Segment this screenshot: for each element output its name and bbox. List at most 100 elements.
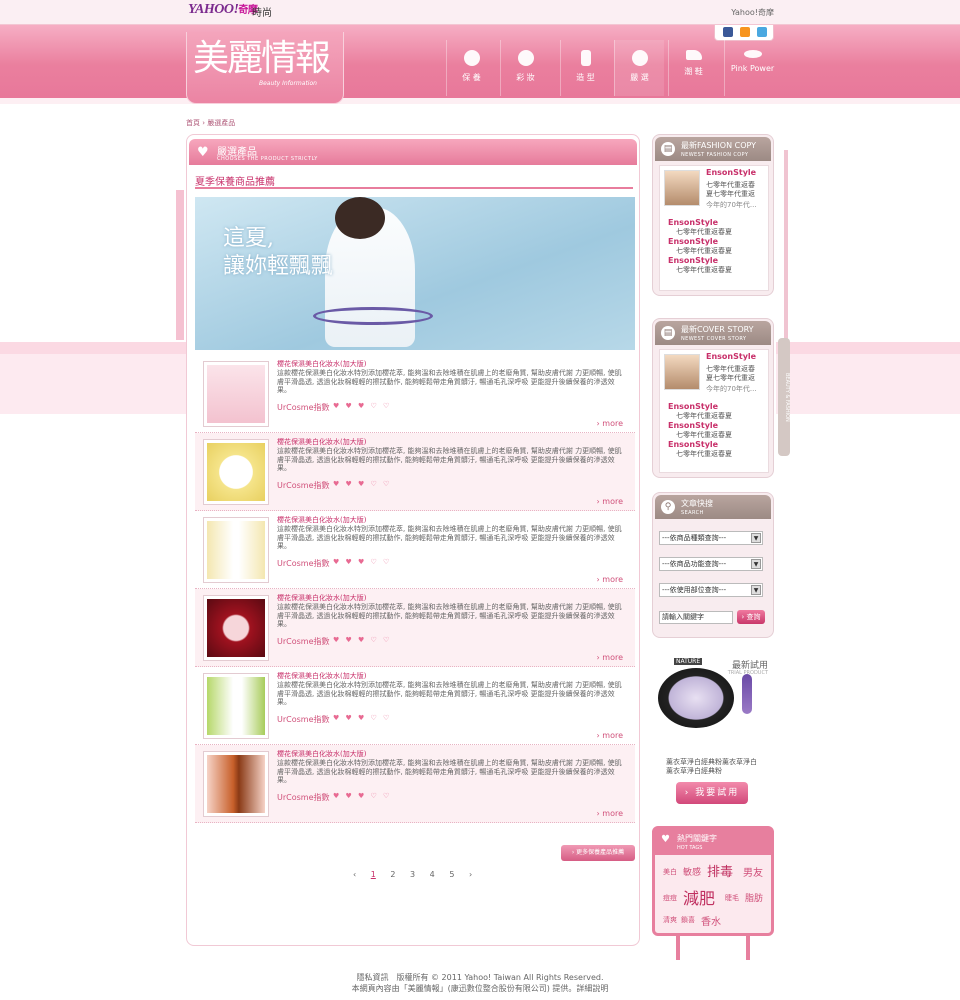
- category-select[interactable]: ---依商品種類查詢--- ▼: [659, 531, 763, 545]
- rating-label: UrCosme指數: [277, 715, 330, 724]
- yahoo-home-link[interactable]: Yahoo!奇摩: [731, 7, 774, 18]
- product-title[interactable]: 櫻花保濕美白化妝水(加大版): [277, 593, 366, 603]
- nav-selected[interactable]: 嚴 選: [614, 40, 664, 96]
- tag-link[interactable]: 排毒: [707, 861, 733, 880]
- list-item[interactable]: EnsonStyle: [668, 256, 774, 265]
- tag-link[interactable]: 睫毛: [725, 893, 739, 903]
- nav-makeup[interactable]: 彩 妝: [500, 40, 550, 96]
- nav-shoes[interactable]: 潮 鞋: [668, 40, 718, 96]
- trial-product-image[interactable]: [658, 668, 734, 728]
- product-item: 櫻花保濕美白化妝水(加大版) 這款櫻花保濕美白化妝水特別添加櫻花萃, 能夠溫和去…: [195, 745, 635, 823]
- more-link[interactable]: › more: [597, 653, 623, 662]
- more-link[interactable]: › more: [597, 419, 623, 428]
- breadcrumb[interactable]: 首頁 › 嚴選產品: [186, 118, 235, 128]
- lavender-deco: [742, 674, 752, 714]
- side-vertical-tab: BEAUTY & FASHION: [778, 338, 790, 456]
- product-brand: NATURE: [674, 658, 703, 665]
- product-item: 櫻花保濕美白化妝水(加大版) 這款櫻花保濕美白化妝水特別添加櫻花萃, 能夠溫和去…: [195, 667, 635, 745]
- more-link[interactable]: › more: [597, 731, 623, 740]
- product-thumbnail[interactable]: [203, 361, 269, 427]
- fashion-copy-list: EnsonStyle 七零年代重返春夏 EnsonStyle 七零年代重返春夏 En…: [668, 218, 774, 275]
- list-item[interactable]: EnsonStyle: [668, 402, 774, 411]
- tag-link[interactable]: 敏感: [683, 865, 701, 878]
- avatar[interactable]: [664, 354, 700, 390]
- product-desc: 這款櫻花保濕美白化妝水特別添加櫻花萃, 能夠溫和去除堆積在肌膚上的老廢角質, 幫…: [277, 681, 622, 706]
- more-link[interactable]: › more: [597, 575, 623, 584]
- fashion-copy-header: ▤ 最新FASHION COPY NEWEST FASHION COPY: [655, 137, 771, 161]
- feature-name[interactable]: EnsonStyle: [706, 352, 756, 361]
- function-select[interactable]: ---依商品功能查詢--- ▼: [659, 557, 763, 571]
- cover-story-list: EnsonStyle 七零年代重返春夏 EnsonStyle 七零年代重返春夏 En…: [668, 402, 774, 459]
- heart-icon: ♥: [661, 834, 670, 845]
- plurk-icon[interactable]: [740, 27, 750, 37]
- page-1[interactable]: 1: [371, 870, 376, 879]
- tag-link[interactable]: 脂肪: [745, 891, 763, 904]
- page-4[interactable]: 4: [430, 870, 435, 879]
- product-thumbnail[interactable]: [203, 517, 269, 583]
- prev-page-button[interactable]: ‹: [353, 870, 356, 879]
- heart-icon: [631, 50, 648, 66]
- more-link[interactable]: › more: [597, 809, 623, 818]
- tag-link[interactable]: 清爽: [663, 915, 677, 925]
- list-item[interactable]: EnsonStyle: [668, 237, 774, 246]
- cover-story-box: ▤ 最新COVER STORY NEWEST COVER STORY Enson…: [652, 318, 774, 478]
- face-icon: [463, 50, 480, 66]
- product-thumbnail[interactable]: [203, 751, 269, 817]
- more-products-button[interactable]: › 更多保養產品推薦: [561, 845, 635, 861]
- makeup-icon: [517, 50, 534, 66]
- trial-desc: 薰衣草淨白經典粉薰衣草淨白 薰衣草淨白經典粉: [666, 758, 757, 775]
- nav-skincare[interactable]: 保 養: [446, 40, 496, 96]
- list-item[interactable]: EnsonStyle: [668, 440, 774, 449]
- more-link[interactable]: › more: [597, 497, 623, 506]
- list-item[interactable]: EnsonStyle: [668, 421, 774, 430]
- rating-hearts: ♥ ♥ ♥ ♡ ♡: [333, 558, 392, 566]
- product-title[interactable]: 櫻花保濕美白化妝水(加大版): [277, 671, 366, 681]
- product-desc: 這款櫻花保濕美白化妝水特別添加櫻花萃, 能夠溫和去除堆積在肌膚上的老廢角質, 幫…: [277, 447, 622, 472]
- cover-story-content: EnsonStyle 七零年代重返春 夏七零年代重返 今年的70年代... En…: [659, 349, 769, 473]
- tag-link[interactable]: 痘痘: [663, 893, 677, 903]
- try-button[interactable]: › 我要試用: [676, 782, 748, 804]
- section-subtitle: CHOOSES THE PRODUCT STRICTLY: [217, 156, 318, 162]
- skyline-right-fade: [776, 354, 960, 414]
- page-3[interactable]: 3: [410, 870, 415, 879]
- rating-label: UrCosme指數: [277, 481, 330, 490]
- tag-link[interactable]: 鎖喜: [681, 915, 695, 925]
- facebook-icon[interactable]: [723, 27, 733, 37]
- brand-logo[interactable]: 美麗情報 Beauty Information: [186, 32, 344, 104]
- feature-name[interactable]: EnsonStyle: [706, 168, 756, 177]
- body-part-select[interactable]: ---依使用部位查詢--- ▼: [659, 583, 763, 597]
- lips-icon: [743, 50, 762, 58]
- tag-link[interactable]: 男友: [743, 864, 763, 879]
- product-title[interactable]: 櫻花保濕美白化妝水(加大版): [277, 749, 366, 759]
- site-name: 時尚: [252, 8, 272, 19]
- footer: 隱私資訊 版權所有 © 2011 Yahoo! Taiwan All Right…: [0, 966, 960, 1000]
- yahoo-logo[interactable]: YAHOO!奇摩: [188, 1, 258, 18]
- avatar[interactable]: [664, 170, 700, 206]
- keyword-input[interactable]: 請輸入關鍵字: [659, 611, 733, 624]
- top-bar: YAHOO!奇摩 時尚 Yahoo!奇摩: [0, 0, 960, 24]
- book-icon: ▤: [661, 326, 675, 340]
- next-page-button[interactable]: ›: [469, 870, 472, 879]
- tag-link[interactable]: 減肥: [683, 885, 715, 909]
- nav-pink-power[interactable]: Pink Power: [724, 40, 780, 96]
- hot-tags-title: 熱門關鍵字: [677, 834, 717, 843]
- twitter-icon[interactable]: [757, 27, 767, 37]
- nav-style[interactable]: 造 型: [560, 40, 610, 96]
- product-title[interactable]: 櫻花保濕美白化妝水(加大版): [277, 359, 366, 369]
- search-button[interactable]: › 查詢: [737, 610, 765, 624]
- promo-banner[interactable]: 這夏, 讓妳輕飄飄: [195, 197, 635, 350]
- search-icon: ⚲: [661, 500, 675, 514]
- product-thumbnail[interactable]: [203, 439, 269, 505]
- tag-link[interactable]: 香水: [701, 913, 721, 928]
- product-thumbnail[interactable]: [203, 595, 269, 661]
- product-desc: 這款櫻花保濕美白化妝水特別添加櫻花萃, 能夠溫和去除堆積在肌膚上的老廢角質, 幫…: [277, 369, 622, 394]
- product-title[interactable]: 櫻花保濕美白化妝水(加大版): [277, 437, 366, 447]
- tag-link[interactable]: 美白: [663, 867, 677, 877]
- product-item: 櫻花保濕美白化妝水(加大版) 這款櫻花保濕美白化妝水特別添加櫻花萃, 能夠溫和去…: [195, 589, 635, 667]
- product-thumbnail[interactable]: [203, 673, 269, 739]
- page-2[interactable]: 2: [390, 870, 395, 879]
- product-title[interactable]: 櫻花保濕美白化妝水(加大版): [277, 515, 366, 525]
- list-item[interactable]: EnsonStyle: [668, 218, 774, 227]
- header-bottom: [0, 98, 960, 104]
- page-5[interactable]: 5: [449, 870, 454, 879]
